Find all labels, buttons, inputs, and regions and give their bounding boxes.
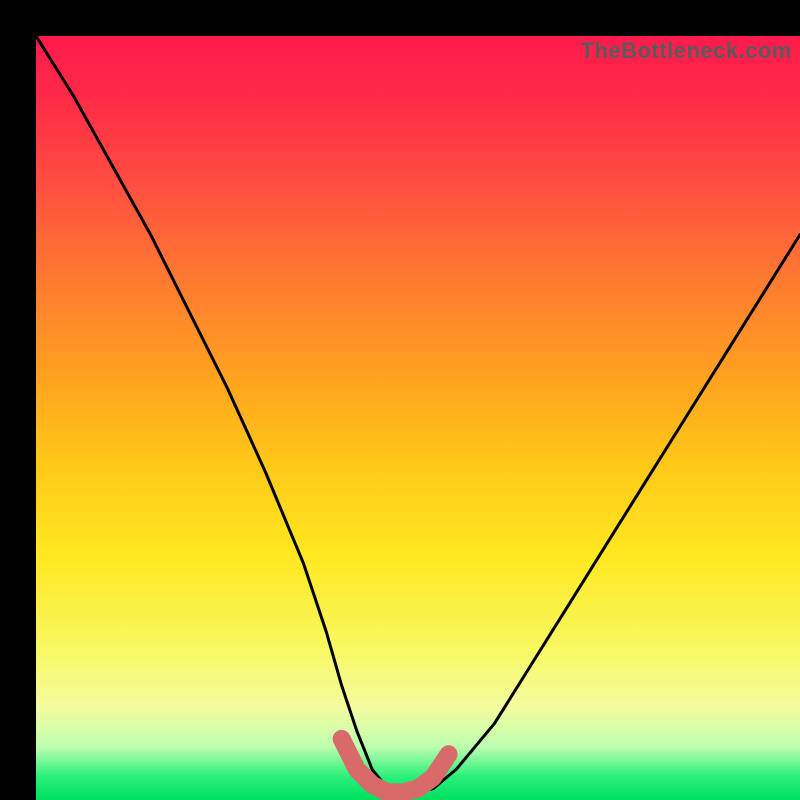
flat-bottom-highlight-path — [342, 739, 449, 793]
plot-area: TheBottleneck.com — [36, 36, 800, 800]
chart-svg — [36, 36, 800, 800]
chart-frame: TheBottleneck.com — [0, 0, 800, 800]
bottleneck-curve-path — [36, 36, 800, 792]
watermark-label: TheBottleneck.com — [581, 38, 792, 64]
